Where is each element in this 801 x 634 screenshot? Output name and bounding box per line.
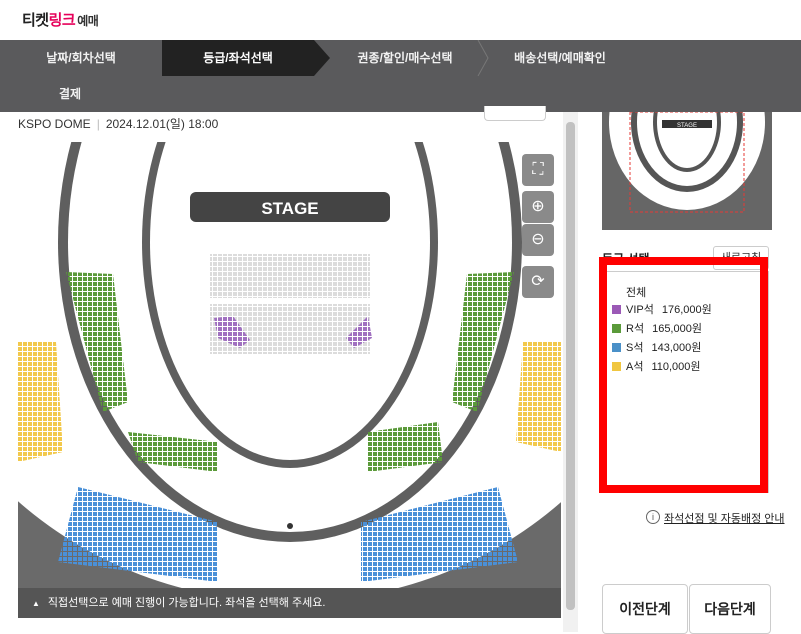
stage-label: STAGE [261,199,318,218]
prev-step-button[interactable]: 이전단계 [602,584,688,634]
map-footer-text: 직접선택으로 예매 진행이 가능합니다. 좌석을 선택해 주세요. [47,597,326,609]
refresh-icon[interactable]: ⟳ [522,266,554,298]
event-info: KSPO DOME | 2024.12.01(일) 18:00 [18,117,219,131]
minimap[interactable]: STAGE [602,112,772,230]
map-footer: ▲ 직접선택으로 예매 진행이 가능합니다. 좌석을 선택해 주세요. [18,588,561,618]
seat-map-panel: KSPO DOME | 2024.12.01(일) 18:00 STAGE ⛶ … [0,106,578,632]
zoom-in-icon[interactable]: ⊕ [522,191,554,223]
step-delivery[interactable]: 배송선택/예매확인 [480,40,640,76]
step-separator [477,40,489,76]
event-datetime: 2024.12.01(일) 18:00 [105,117,219,131]
seat-map[interactable]: STAGE ⛶ ⊕ ⊖ ⟳ ▲ 직접선택으로 예매 진행이 가능합니다. 좌석을 … [18,142,561,618]
step-navigation: 날짜/회차선택 등급/좌석선택 권종/할인/매수선택 배송선택/예매확인 결제 [0,40,801,112]
fit-screen-icon[interactable]: ⛶ [522,154,554,186]
zoom-out-icon[interactable]: ⊖ [522,224,554,256]
minimap-stage-label: STAGE [677,123,697,129]
step-ticket-type[interactable]: 권종/할인/매수선택 [330,40,480,76]
scrollbar-thumb[interactable] [566,122,575,610]
highlight-box [599,257,768,493]
brand-logo: 티켓링크 예매 [22,9,99,30]
step-seat[interactable]: 등급/좌석선택 [162,40,314,76]
floor-section-front [210,254,370,298]
step-date[interactable]: 날짜/회차선택 [0,40,162,76]
active-step-arrow [314,40,330,76]
brand-part3: 예매 [77,14,99,28]
triangle-up-icon[interactable]: ▲ [32,589,40,618]
info-icon: i [646,510,660,524]
next-step-button[interactable]: 다음단계 [689,584,771,634]
a-section-right [516,342,561,452]
brand-bar: 티켓링크 예매 [0,0,801,40]
map-center-marker [287,523,293,529]
seat-map-canvas[interactable]: STAGE [18,142,561,602]
brand-part2: 링크 [48,12,76,29]
venue-name: KSPO DOME [18,117,91,131]
step-payment[interactable]: 결제 [0,76,140,112]
seat-guide-link[interactable]: 좌석선점 및 자동배정 안내 [664,510,785,526]
a-section-left [18,342,63,462]
brand-part1: 티켓 [22,12,49,29]
collapse-button[interactable] [484,106,546,121]
